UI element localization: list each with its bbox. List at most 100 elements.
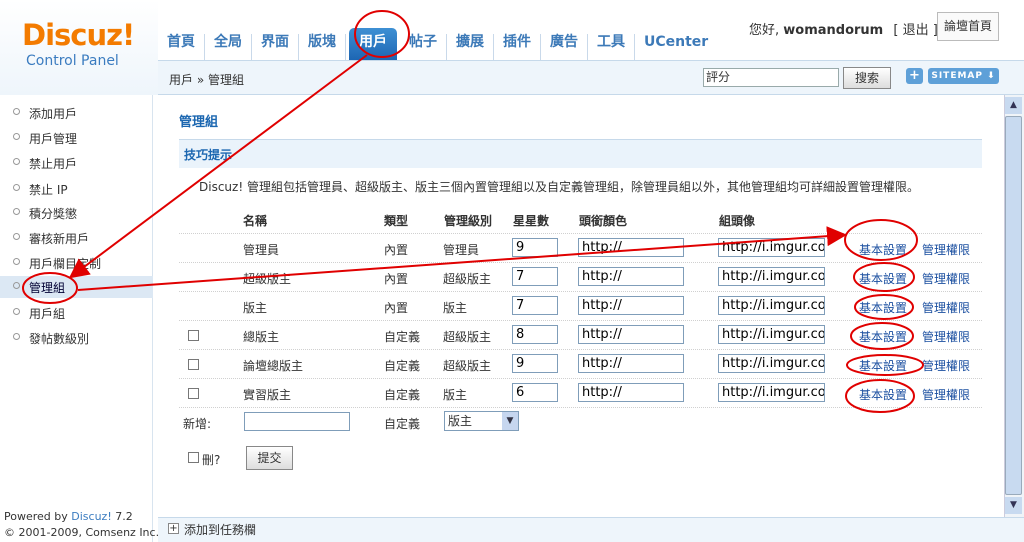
sidebar-item-admin-groups[interactable]: 管理組 [0, 276, 153, 298]
avatar-input[interactable]: http://i.imgur.co [718, 238, 825, 257]
new-group-level-select[interactable]: 版主 ▼ [444, 411, 519, 431]
search-button[interactable]: 搜索 [843, 67, 891, 89]
submit-button[interactable]: 提交 [246, 446, 293, 470]
admin-permissions-link[interactable]: 管理權限 [922, 241, 970, 258]
table-row: 超級版主 內置 超級版主 7 http:// http://i.imgur.co… [179, 262, 982, 291]
col-header-color: 頭銜顏色 [579, 214, 628, 228]
plus-icon[interactable]: + [168, 523, 179, 534]
sidebar-item-user-groups[interactable]: 用戶組 [0, 302, 153, 324]
sidebar-item-user-fields[interactable]: 用戶欄目定制 [0, 252, 153, 274]
sidebar-item-post-ranks[interactable]: 發帖數級別 [0, 327, 153, 349]
table-row: 總版主 自定義 超級版主 8 http:// http://i.imgur.co… [179, 320, 982, 349]
chevron-down-icon: ▼ [502, 412, 518, 430]
sitemap-button[interactable]: SITEMAP ⬇ [928, 68, 999, 84]
basic-settings-link[interactable]: 基本設置 [859, 241, 907, 258]
color-input[interactable]: http:// [578, 296, 684, 315]
bullet-icon [13, 133, 20, 140]
bullet-icon [13, 208, 20, 215]
sidebar-item-label: 積分獎懲 [29, 207, 78, 221]
forum-home-button[interactable]: 論壇首頁 [937, 12, 999, 41]
stars-input[interactable]: 9 [512, 354, 558, 373]
basic-settings-link[interactable]: 基本設置 [859, 386, 907, 403]
new-group-name-input[interactable] [244, 412, 350, 431]
admin-permissions-link[interactable]: 管理權限 [922, 357, 970, 374]
admin-permissions-link[interactable]: 管理權限 [922, 328, 970, 345]
group-level: 超級版主 [443, 272, 492, 286]
sidebar-item-ban-ip[interactable]: 禁止 IP [0, 178, 153, 200]
admin-permissions-link[interactable]: 管理權限 [922, 270, 970, 287]
sub-bar: 用戶 » 管理組 評分 搜索 + SITEMAP ⬇ [158, 60, 1024, 95]
search-input[interactable]: 評分 [703, 68, 839, 87]
stars-input[interactable]: 7 [512, 296, 558, 315]
nav-tab-global[interactable]: 全局 [205, 34, 252, 60]
new-label: 新增: [183, 417, 212, 431]
scroll-down-icon[interactable]: ▼ [1005, 497, 1022, 514]
delete-checkbox[interactable] [188, 330, 199, 341]
delete-checkbox[interactable] [188, 359, 199, 370]
avatar-input[interactable]: http://i.imgur.co [718, 383, 825, 402]
sidebar-item-credits[interactable]: 積分獎懲 [0, 202, 153, 224]
nav-tab-posts[interactable]: 帖子 [400, 34, 447, 60]
stars-input[interactable]: 6 [512, 383, 558, 402]
col-header-name: 名稱 [243, 214, 268, 228]
main-nav: 首頁 全局 界面 版塊 用戶 帖子 擴展 插件 廣告 工具 UCenter [158, 22, 717, 60]
group-name: 論壇總版主 [243, 359, 304, 373]
admin-permissions-link[interactable]: 管理權限 [922, 386, 970, 403]
sidebar-item-moderate-users[interactable]: 審核新用戶 [0, 227, 153, 249]
avatar-input[interactable]: http://i.imgur.co [718, 296, 825, 315]
nav-tab-extensions[interactable]: 擴展 [447, 34, 494, 60]
basic-settings-link[interactable]: 基本設置 [859, 328, 907, 345]
avatar-input[interactable]: http://i.imgur.co [718, 267, 825, 286]
group-level: 版主 [443, 301, 468, 315]
logo[interactable]: Discuz! Control Panel [0, 0, 158, 95]
color-input[interactable]: http:// [578, 383, 684, 402]
nav-tab-ucenter[interactable]: UCenter [635, 34, 717, 60]
color-input[interactable]: http:// [578, 354, 684, 373]
nav-tab-plugins[interactable]: 插件 [494, 34, 541, 60]
basic-settings-link[interactable]: 基本設置 [859, 299, 907, 316]
add-shortcut-icon[interactable]: + [906, 68, 923, 84]
group-level: 版主 [443, 388, 468, 402]
sidebar-item-user-manage[interactable]: 用戶管理 [0, 127, 153, 149]
basic-settings-link[interactable]: 基本設置 [859, 270, 907, 287]
logout-link[interactable]: [ 退出 ] [893, 23, 937, 38]
logo-title: Discuz! [22, 18, 135, 52]
col-header-level: 管理級別 [444, 214, 493, 228]
group-name: 總版主 [243, 330, 280, 344]
tip-box: 技巧提示 [179, 139, 982, 168]
add-to-taskbar-link[interactable]: 添加到任務欄 [184, 521, 256, 538]
sidebar-item-label: 審核新用戶 [29, 232, 90, 246]
scroll-up-icon[interactable]: ▲ [1005, 97, 1022, 114]
tip-title: 技巧提示 [184, 148, 233, 162]
stars-input[interactable]: 7 [512, 267, 558, 286]
nav-tab-users[interactable]: 用戶 [349, 28, 397, 60]
group-level: 超級版主 [443, 359, 492, 373]
avatar-input[interactable]: http://i.imgur.co [718, 354, 825, 373]
nav-tab-home[interactable]: 首頁 [158, 34, 205, 60]
bottom-bar: + 添加到任務欄 [158, 517, 1024, 542]
powered-product[interactable]: Discuz! [71, 510, 111, 523]
powered-version: 7.2 [111, 510, 133, 523]
group-type: 自定義 [384, 388, 421, 402]
sidebar-item-ban-user[interactable]: 禁止用戶 [0, 152, 153, 174]
bullet-icon [13, 333, 20, 340]
sidebar-item-add-user[interactable]: 添加用戶 [0, 102, 153, 124]
nav-tab-interface[interactable]: 界面 [252, 34, 299, 60]
nav-tab-tools[interactable]: 工具 [588, 34, 635, 60]
nav-tab-forums[interactable]: 版塊 [299, 34, 346, 60]
avatar-input[interactable]: http://i.imgur.co [718, 325, 825, 344]
nav-tab-ads[interactable]: 廣告 [541, 34, 588, 60]
copyright: © 2001-2009, Comsenz Inc. [4, 526, 160, 539]
admin-permissions-link[interactable]: 管理權限 [922, 299, 970, 316]
scroll-thumb[interactable] [1005, 116, 1022, 495]
delete-checkbox[interactable] [188, 388, 199, 399]
delete-all-checkbox[interactable] [188, 452, 199, 463]
color-input[interactable]: http:// [578, 325, 684, 344]
group-type: 自定義 [384, 359, 421, 373]
basic-settings-link[interactable]: 基本設置 [859, 357, 907, 374]
sidebar-item-label: 管理組 [29, 281, 66, 295]
stars-input[interactable]: 9 [512, 238, 558, 257]
color-input[interactable]: http:// [578, 238, 684, 257]
color-input[interactable]: http:// [578, 267, 684, 286]
stars-input[interactable]: 8 [512, 325, 558, 344]
